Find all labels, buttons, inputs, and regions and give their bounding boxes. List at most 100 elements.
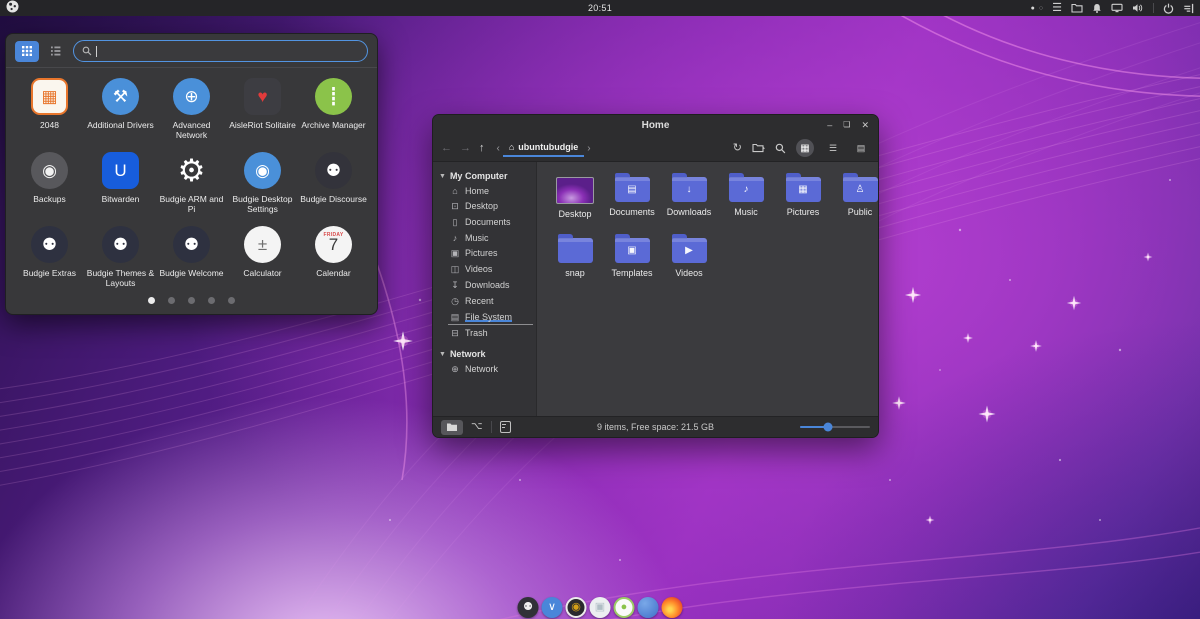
app-item[interactable]: U Bitwarden [85,148,156,217]
search-icon [775,143,786,154]
sidebar-section-header[interactable]: ▼ My Computer [433,169,536,183]
app-item[interactable]: ◉ Budgie Desktop Settings [227,148,298,217]
path-scroll-right-icon[interactable]: › [587,143,590,154]
file-name: Desktop [558,209,591,219]
file-pane[interactable]: Desktop ▤ Documents ↓ Downloads ♪ Music … [537,162,878,416]
sidebar-item[interactable]: ↧ Downloads [433,277,536,293]
search-button[interactable] [775,143,786,154]
plank-dock: ⚉ ∨ ◉ ▣ ● [518,597,683,618]
app-item[interactable]: ⚉ Budgie Themes & Layouts [85,222,156,291]
file-item[interactable]: ▦ Pictures [775,172,831,219]
app-item[interactable]: ⚒ Additional Drivers [85,74,156,144]
app-icon-glyph: ⊕ [184,88,198,105]
dock-budgie-icon[interactable]: ⚉ [518,597,539,618]
maximize-button[interactable]: ❏ [843,121,850,130]
window-titlebar[interactable]: Home – ❏ ✕ [433,115,878,135]
icon-view-button[interactable]: ▦ [796,139,814,157]
app-item[interactable]: ▦ 2048 [14,74,85,144]
compact-view-button[interactable]: ▤ [852,139,870,157]
sidebar-item[interactable]: ▯ Documents [433,214,536,230]
sidebar-places-toggle[interactable] [441,420,463,435]
notifications-bell-icon[interactable] [1092,3,1102,14]
app-item[interactable]: ♥ AisleRiot Solitaire [227,74,298,144]
dock-firefox-icon[interactable] [662,597,683,618]
sidebar-item[interactable]: ◫ Videos [433,261,536,277]
minimize-button[interactable]: – [827,121,832,130]
sidebar-item-icon: ◷ [450,296,460,307]
page-dot[interactable] [168,297,175,304]
app-item[interactable]: ± Calculator [227,222,298,291]
search-input[interactable] [101,46,359,57]
workspace-switcher[interactable]: ● ○ [1031,5,1043,12]
sidebar-item[interactable]: ▤ File System [433,309,536,325]
file-item[interactable]: ♙ Public [832,172,878,219]
file-item[interactable]: ▤ Documents [604,172,660,219]
sidebar-item-icon: ⊟ [450,328,460,339]
sidebar-item[interactable]: ◷ Recent [433,293,536,309]
file-item[interactable]: Desktop [547,172,603,219]
sidebar-item[interactable]: ⊟ Trash [433,325,536,341]
app-item[interactable]: ⚉ Budgie Extras [14,222,85,291]
workspace-dot-active-icon[interactable]: ● [1031,5,1035,12]
sidebar-item[interactable]: ⊕ Network [433,361,536,377]
refresh-button[interactable]: ↻ [733,143,742,154]
path-scroll-left-icon[interactable]: ‹ [497,143,500,154]
app-label: Budgie Welcome [159,268,223,278]
menu-search-field[interactable] [73,40,368,62]
raven-sidebar-icon[interactable] [1183,3,1194,14]
sidebar-item[interactable]: ♪ Music [433,230,536,245]
folder-emblem-icon: ♪ [744,185,749,195]
file-item[interactable]: ▣ Templates [604,233,660,278]
sidebar-tree-toggle[interactable]: ⌥ [471,422,483,432]
file-item[interactable]: ♪ Music [718,172,774,219]
zoom-slider-knob[interactable] [824,423,833,432]
dock-software-icon[interactable]: ● [614,597,635,618]
sidebar-item[interactable]: ▣ Pictures [433,245,536,261]
app-item[interactable]: ⚙ Budgie ARM and Pi [156,148,227,217]
panel-clock[interactable]: 20:51 [0,3,1200,13]
page-dot[interactable] [208,297,215,304]
back-button[interactable]: ← [441,143,452,154]
volume-icon[interactable] [1132,3,1144,13]
dock-files-icon[interactable]: ▣ [590,597,611,618]
category-view-icon [50,45,62,57]
window-statusbar: ⌥ 9 items, Free space: 21.5 GB [433,416,878,437]
file-item[interactable]: ↓ Downloads [661,172,717,219]
app-item[interactable]: FRIDAY 7 Calendar [298,222,369,291]
power-icon[interactable] [1163,3,1174,14]
display-icon[interactable] [1111,3,1123,13]
sidebar-item[interactable]: ⊡ Desktop [433,198,536,214]
file-item[interactable]: snap [547,233,603,278]
list-view-button[interactable]: ☰ [824,139,842,157]
app-icon-glyph: ⚉ [113,236,128,253]
close-button[interactable]: ✕ [861,121,869,130]
appindicator-menu-icon[interactable]: ☰ [1052,3,1062,14]
sidebar-item[interactable]: ⌂ Home [433,183,536,198]
category-view-toggle[interactable] [44,41,68,62]
dock-web-icon[interactable] [638,597,659,618]
page-dot[interactable] [148,297,155,304]
app-icon: ♥ [244,78,281,115]
app-label: Archive Manager [301,120,365,130]
breadcrumb-home-button[interactable]: ⌂ ubuntubudgie [503,140,584,157]
folder-icon: ♙ [843,177,878,202]
dock-mail-icon[interactable]: ∨ [542,597,563,618]
terminal-toggle[interactable] [500,421,511,433]
app-item[interactable]: ⚉ Budgie Discourse [298,148,369,217]
up-button[interactable]: ↑ [479,143,485,154]
zoom-slider[interactable] [800,426,870,428]
workspace-dot-icon[interactable]: ○ [1039,5,1043,12]
sidebar-section-header[interactable]: ▼ Network [433,347,536,361]
location-entry-toggle-button[interactable] [752,143,765,153]
app-item[interactable]: ⊕ Advanced Network Configur… [156,74,227,144]
files-tray-icon[interactable] [1071,3,1083,13]
file-item[interactable]: ▶ Videos [661,233,717,278]
app-item[interactable]: ⚉ Budgie Welcome [156,222,227,291]
app-item[interactable]: ◉ Backups [14,148,85,217]
dock-media-icon[interactable]: ◉ [566,597,587,618]
page-dot[interactable] [228,297,235,304]
grid-view-toggle[interactable] [15,41,39,62]
page-dot[interactable] [188,297,195,304]
app-item[interactable]: ┋ Archive Manager [298,74,369,144]
forward-button[interactable]: → [460,143,471,154]
